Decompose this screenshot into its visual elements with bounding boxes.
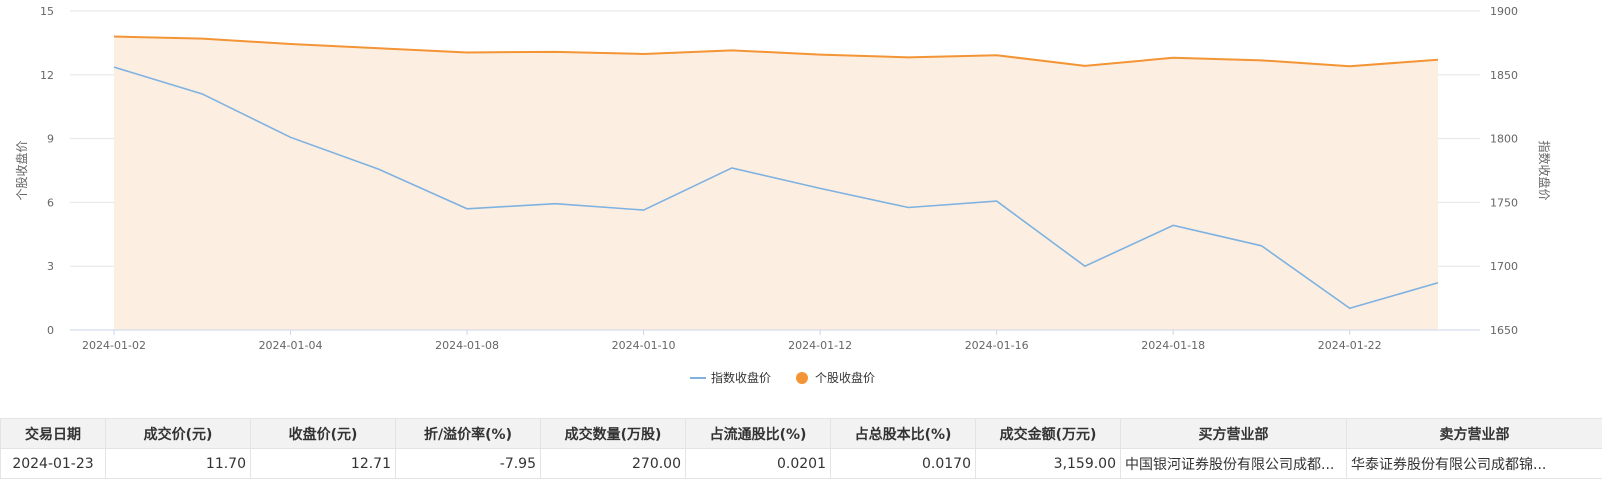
y-left-tick-label: 3: [47, 260, 54, 273]
x-tick-label: 2024-01-08: [435, 339, 499, 352]
legend-stock-label: 个股收盘价: [815, 370, 875, 385]
cell-float-ratio: 0.0201: [686, 449, 831, 479]
cell-seller[interactable]: 华泰证券股份有限公司成都锦...: [1347, 449, 1602, 479]
cell-close-price: 12.71: [251, 449, 396, 479]
x-tick-label: 2024-01-18: [1141, 339, 1205, 352]
y-right-tick-label: 1800: [1490, 133, 1518, 146]
x-tick-label: 2024-01-04: [259, 339, 323, 352]
x-tick-label: 2024-01-02: [82, 339, 146, 352]
trade-table: 交易日期 成交价(元) 收盘价(元) 折/溢价率(%) 成交数量(万股) 占流通…: [0, 418, 1602, 479]
y-right-tick-label: 1700: [1490, 260, 1518, 273]
x-tick-label: 2024-01-12: [788, 339, 852, 352]
header-trade-price[interactable]: 成交价(元): [106, 419, 251, 449]
legend-stock-symbol: [796, 372, 808, 384]
cell-trade-date: 2024-01-23: [1, 449, 106, 479]
chart-container: 0 3 6 9 12 15 1650 1700 1750 1800 1850 1900 2024-01-…: [0, 0, 1602, 415]
cell-buyer[interactable]: 中国银河证券股份有限公司成都...: [1121, 449, 1347, 479]
y-left-tick-label: 0: [47, 324, 54, 337]
header-seller[interactable]: 卖方营业部: [1347, 419, 1602, 449]
y-right-tick-label: 1750: [1490, 196, 1518, 209]
cell-volume: 270.00: [541, 449, 686, 479]
y-left-tick-label: 9: [47, 133, 54, 146]
header-float-ratio[interactable]: 占流通股比(%): [686, 419, 831, 449]
y-left-tick-label: 15: [40, 5, 54, 18]
stock-area-fill: [114, 37, 1438, 330]
y-right-tick-label: 1650: [1490, 324, 1518, 337]
line-chart: 0 3 6 9 12 15 1650 1700 1750 1800 1850 1900 2024-01-…: [0, 0, 1602, 415]
x-tick-label: 2024-01-16: [965, 339, 1029, 352]
cell-trade-price: 11.70: [106, 449, 251, 479]
y-right-axis-title: 指数收盘价: [1537, 140, 1552, 200]
table-header-row: 交易日期 成交价(元) 收盘价(元) 折/溢价率(%) 成交数量(万股) 占流通…: [1, 419, 1602, 449]
y-left-tick-label: 6: [47, 196, 54, 209]
header-premium-rate[interactable]: 折/溢价率(%): [396, 419, 541, 449]
legend-index-label: 指数收盘价: [711, 370, 771, 385]
cell-amount: 3,159.00: [976, 449, 1121, 479]
header-volume[interactable]: 成交数量(万股): [541, 419, 686, 449]
trade-table-container: 交易日期 成交价(元) 收盘价(元) 折/溢价率(%) 成交数量(万股) 占流通…: [0, 418, 1602, 479]
header-trade-date[interactable]: 交易日期: [1, 419, 106, 449]
table-row: 2024-01-23 11.70 12.71 -7.95 270.00 0.02…: [1, 449, 1602, 479]
header-amount[interactable]: 成交金额(万元): [976, 419, 1121, 449]
y-left-tick-label: 12: [40, 69, 54, 82]
cell-total-ratio: 0.0170: [831, 449, 976, 479]
y-right-tick-label: 1850: [1490, 69, 1518, 82]
cell-premium-rate: -7.95: [396, 449, 541, 479]
x-tick-label: 2024-01-10: [612, 339, 676, 352]
header-buyer[interactable]: 买方营业部: [1121, 419, 1347, 449]
y-right-tick-label: 1900: [1490, 5, 1518, 18]
x-tick-label: 2024-01-22: [1318, 339, 1382, 352]
header-close-price[interactable]: 收盘价(元): [251, 419, 396, 449]
header-total-ratio[interactable]: 占总股本比(%): [831, 419, 976, 449]
y-left-axis-title: 个股收盘价: [14, 140, 29, 200]
